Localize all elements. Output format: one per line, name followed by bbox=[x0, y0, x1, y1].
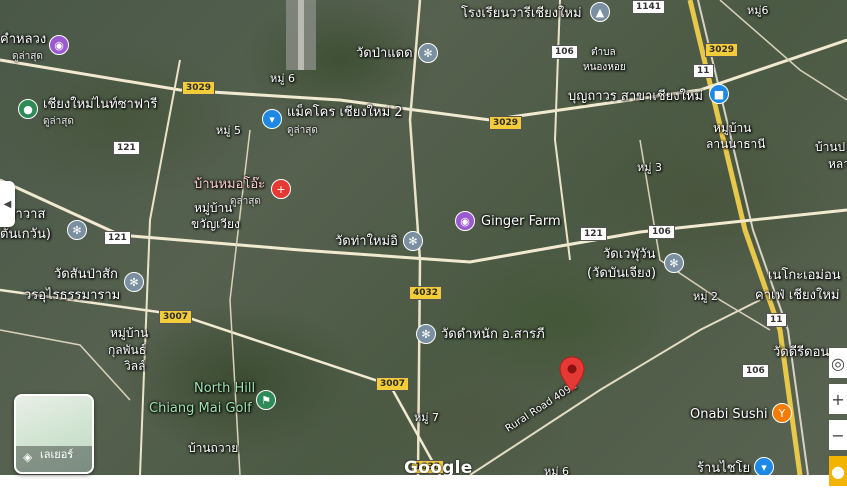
lock-icon[interactable]: ■ bbox=[709, 84, 729, 104]
road-shield: 4032 bbox=[409, 286, 443, 300]
road-shield: 11 bbox=[693, 64, 714, 78]
camera-icon[interactable]: ◉ bbox=[49, 35, 69, 55]
paw-icon[interactable]: ● bbox=[18, 99, 38, 119]
place-sub: ดูล่าสุด bbox=[43, 116, 74, 127]
area-label: บ้านถวาย bbox=[188, 441, 239, 455]
road-shield: 121 bbox=[113, 141, 140, 155]
place-label[interactable]: Ginger Farm bbox=[481, 214, 561, 229]
area-label: หมู่6 bbox=[747, 4, 769, 17]
place-label[interactable]: Onabi Sushi bbox=[690, 407, 768, 422]
layers-button[interactable]: ◈ เลเยอร์ bbox=[14, 394, 94, 474]
area-label: ขวัญเวียง bbox=[191, 217, 240, 231]
road-shield: 3029 bbox=[489, 116, 523, 130]
place-label[interactable]: วัดดำหนัก อ.สารภี bbox=[441, 327, 545, 342]
area-label: หมู่ 3 bbox=[637, 161, 662, 174]
road-shield: 3029 bbox=[705, 43, 739, 57]
map-canvas[interactable]: 1141 3029 3029 3029 106 106 106 121 121 … bbox=[0, 0, 847, 475]
place-sub: ดูล่าสุด bbox=[287, 125, 318, 136]
area-label: ตำบล bbox=[591, 47, 616, 58]
temple-icon[interactable]: ✻ bbox=[418, 43, 438, 63]
location-pin-icon[interactable] bbox=[559, 356, 585, 392]
road-shield: 3007 bbox=[159, 310, 193, 324]
area-label: หมู่ 5 bbox=[216, 124, 241, 137]
map-controls: ◎ + − ● bbox=[829, 348, 847, 492]
place-label[interactable]: วัดเวฬุวัน bbox=[603, 247, 656, 262]
place-label[interactable]: คำหลวง bbox=[0, 32, 46, 47]
place-label[interactable]: North Hill bbox=[194, 381, 255, 396]
place-label[interactable]: โรงเรียนวารีเชียงใหม่ bbox=[461, 6, 582, 21]
food-icon[interactable]: Y bbox=[772, 403, 792, 423]
zoom-out-button[interactable]: − bbox=[829, 420, 847, 450]
place-label[interactable]: วรอุไรธรรมาราม bbox=[24, 288, 120, 303]
area-label: กุลพันธ์ bbox=[108, 343, 147, 357]
place-label[interactable]: วัดป่าแดด bbox=[356, 46, 413, 61]
temple-icon[interactable]: ✻ bbox=[664, 253, 684, 273]
area-label: วิลล์ bbox=[124, 359, 146, 373]
area-label: บ้านป bbox=[815, 140, 846, 154]
temple-icon[interactable]: ✻ bbox=[67, 220, 87, 240]
area-label: ลานนาธานี bbox=[706, 137, 766, 151]
area-label: หมู่ 6 bbox=[544, 465, 569, 475]
camera-icon[interactable]: ◉ bbox=[455, 211, 475, 231]
school-icon[interactable]: ▲ bbox=[590, 2, 610, 22]
place-label[interactable]: บ้านหมอโอ๊ะ bbox=[194, 177, 265, 192]
place-label[interactable]: คาเฟ่ เชียงใหม่ bbox=[755, 288, 840, 303]
shop-icon[interactable]: ▾ bbox=[262, 109, 282, 129]
google-logo: Google bbox=[404, 458, 473, 475]
road-shield: 121 bbox=[580, 227, 607, 241]
place-label[interactable]: บุญถาวร สาขาเชียงใหม่ bbox=[568, 89, 703, 104]
temple-icon[interactable]: ✻ bbox=[416, 324, 436, 344]
place-label[interactable]: ตันเกวัน) bbox=[0, 227, 51, 242]
road-shield: 3029 bbox=[182, 81, 216, 95]
road-shield: 106 bbox=[742, 364, 769, 378]
shop-icon[interactable]: ▾ bbox=[754, 457, 774, 475]
road-shield: 3007 bbox=[376, 377, 410, 391]
place-label[interactable]: วัดดีรีดอน bbox=[773, 345, 829, 360]
hospital-icon[interactable]: + bbox=[271, 179, 291, 199]
area-label: หมู่ 2 bbox=[693, 290, 718, 303]
place-label[interactable]: Chiang Mai Golf bbox=[149, 401, 252, 416]
zoom-in-button[interactable]: + bbox=[829, 384, 847, 414]
layers-label: เลเยอร์ bbox=[40, 448, 74, 461]
road-shield: 1141 bbox=[632, 0, 666, 14]
area-label: หมู่ 6 bbox=[270, 72, 295, 85]
area-label: หลา bbox=[828, 157, 847, 171]
road-shield: 106 bbox=[648, 225, 675, 239]
collapse-panel-button[interactable]: ◀ bbox=[0, 181, 15, 227]
place-label[interactable]: เชียงใหม่ไนท์ซาฟารี bbox=[43, 97, 157, 112]
golf-icon[interactable]: ⚑ bbox=[256, 390, 276, 410]
place-label[interactable]: วัดสันป่าสัก bbox=[54, 267, 118, 282]
area-label: หมู่บ้าน bbox=[194, 201, 233, 215]
area-label: หมู่บ้าน bbox=[110, 326, 149, 340]
area-label: หนองหอย bbox=[583, 62, 626, 73]
place-label[interactable]: ร้านไชโย bbox=[697, 461, 750, 475]
area-label: หมู่ 7 bbox=[414, 411, 439, 424]
place-sub: ดูล่าสุด bbox=[12, 51, 43, 62]
place-sub: ดูล่าสุด bbox=[230, 196, 261, 207]
temple-icon[interactable]: ✻ bbox=[124, 272, 144, 292]
compass-button[interactable]: ◎ bbox=[829, 348, 847, 378]
road-shield: 106 bbox=[551, 45, 578, 59]
place-label[interactable]: แม็คโคร เชียงใหม่ 2 bbox=[287, 105, 403, 120]
road-shield: 11 bbox=[766, 313, 787, 327]
area-label: หมู่บ้าน bbox=[713, 121, 752, 135]
place-label[interactable]: (วัดบันเจียง) bbox=[587, 266, 656, 281]
place-label[interactable]: เนโกะเอม่อน bbox=[768, 268, 841, 283]
place-label[interactable]: วัดท่าใหม่อิ bbox=[335, 234, 398, 249]
pegman-icon[interactable]: ● bbox=[829, 456, 847, 486]
temple-icon[interactable]: ✻ bbox=[403, 231, 423, 251]
road-shield: 121 bbox=[104, 231, 131, 245]
layers-icon: ◈ bbox=[23, 450, 33, 464]
